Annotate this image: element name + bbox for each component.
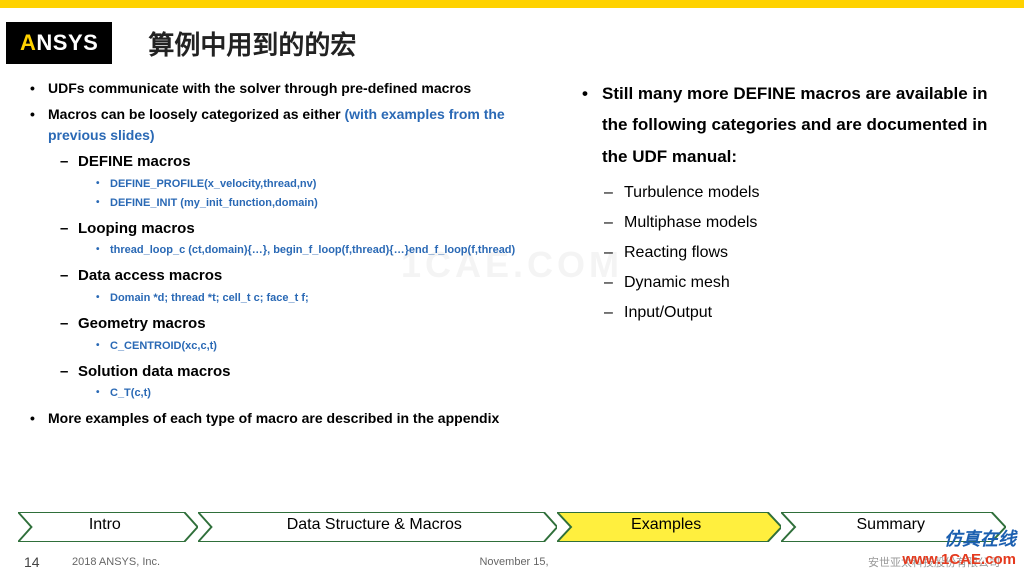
heading-solution-label: Solution data macros: [78, 363, 231, 380]
footer-copy: 2018 ANSYS, Inc.: [72, 556, 160, 568]
ansys-logo: ANSYS: [6, 22, 112, 64]
header: ANSYS 算例中用到的的宏: [0, 22, 1024, 64]
code-thread-loop: thread_loop_c (ct,domain){…}, begin_f_lo…: [78, 243, 562, 259]
top-accent-bar: [0, 0, 1024, 8]
heading-data-access-macros: Data access macros Domain *d; thread *t;…: [48, 265, 562, 307]
nav-label-data-structure: Data Structure & Macros: [212, 516, 537, 534]
heading-define-label: DEFINE macros: [78, 153, 191, 170]
footer: 14 2018 ANSYS, Inc. November 15, 安世亚太科技股…: [0, 554, 1024, 570]
text-macro-cat-a: Macros can be loosely categorized as eit…: [48, 106, 344, 122]
bullet-macro-categories: Macros can be loosely categorized as eit…: [22, 104, 562, 402]
nav-label-intro: Intro: [32, 516, 178, 534]
slide-title: 算例中用到的的宏: [148, 25, 356, 62]
corner-watermark-line2: www.1CAE.com: [902, 551, 1016, 568]
corner-watermark: 仿真在线 www.1CAE.com: [902, 525, 1016, 568]
heading-define-macros: DEFINE macros DEFINE_PROFILE(x_velocity,…: [48, 151, 562, 212]
content-columns: UDFs communicate with the solver through…: [0, 78, 1024, 435]
nav-step-data-structure: Data Structure & Macros: [198, 512, 557, 542]
code-domain-decl: Domain *d; thread *t; cell_t c; face_t f…: [78, 291, 562, 307]
item-dynamic-mesh: Dynamic mesh: [580, 274, 994, 292]
code-centroid: C_CENTROID(xc,c,t): [78, 339, 562, 355]
heading-geometry-label: Geometry macros: [78, 315, 206, 332]
corner-watermark-line1: 仿真在线: [902, 525, 1016, 551]
item-multiphase: Multiphase models: [580, 214, 994, 232]
right-column: Still many more DEFINE macros are availa…: [562, 78, 994, 435]
heading-looping-macros: Looping macros thread_loop_c (ct,domain)…: [48, 218, 562, 260]
code-define-profile: DEFINE_PROFILE(x_velocity,thread,nv): [78, 177, 562, 193]
item-reacting: Reacting flows: [580, 244, 994, 262]
heading-geometry-macros: Geometry macros C_CENTROID(xc,c,t): [48, 313, 562, 355]
heading-looping-label: Looping macros: [78, 220, 195, 237]
page-number: 14: [24, 554, 72, 570]
nav-label-examples: Examples: [571, 516, 762, 534]
right-lead-text: Still many more DEFINE macros are availa…: [580, 78, 994, 172]
bullet-udf-comm: UDFs communicate with the solver through…: [22, 78, 562, 98]
logo-part1: A: [20, 30, 36, 55]
logo-part2: NSYS: [36, 30, 98, 55]
bullet-more-examples: More examples of each type of macro are …: [22, 408, 562, 428]
code-define-init: DEFINE_INIT (my_init_function,domain): [78, 196, 562, 212]
nav-step-examples: Examples: [557, 512, 782, 542]
left-column: UDFs communicate with the solver through…: [22, 78, 562, 435]
heading-solution-macros: Solution data macros C_T(c,t): [48, 361, 562, 403]
item-turbulence: Turbulence models: [580, 184, 994, 202]
code-ct: C_T(c,t): [78, 386, 562, 402]
item-io: Input/Output: [580, 304, 994, 322]
heading-data-access-label: Data access macros: [78, 267, 222, 284]
footer-date: November 15,: [160, 556, 868, 568]
progress-nav: Intro Data Structure & Macros Examples S…: [18, 512, 1006, 542]
nav-step-intro: Intro: [18, 512, 198, 542]
